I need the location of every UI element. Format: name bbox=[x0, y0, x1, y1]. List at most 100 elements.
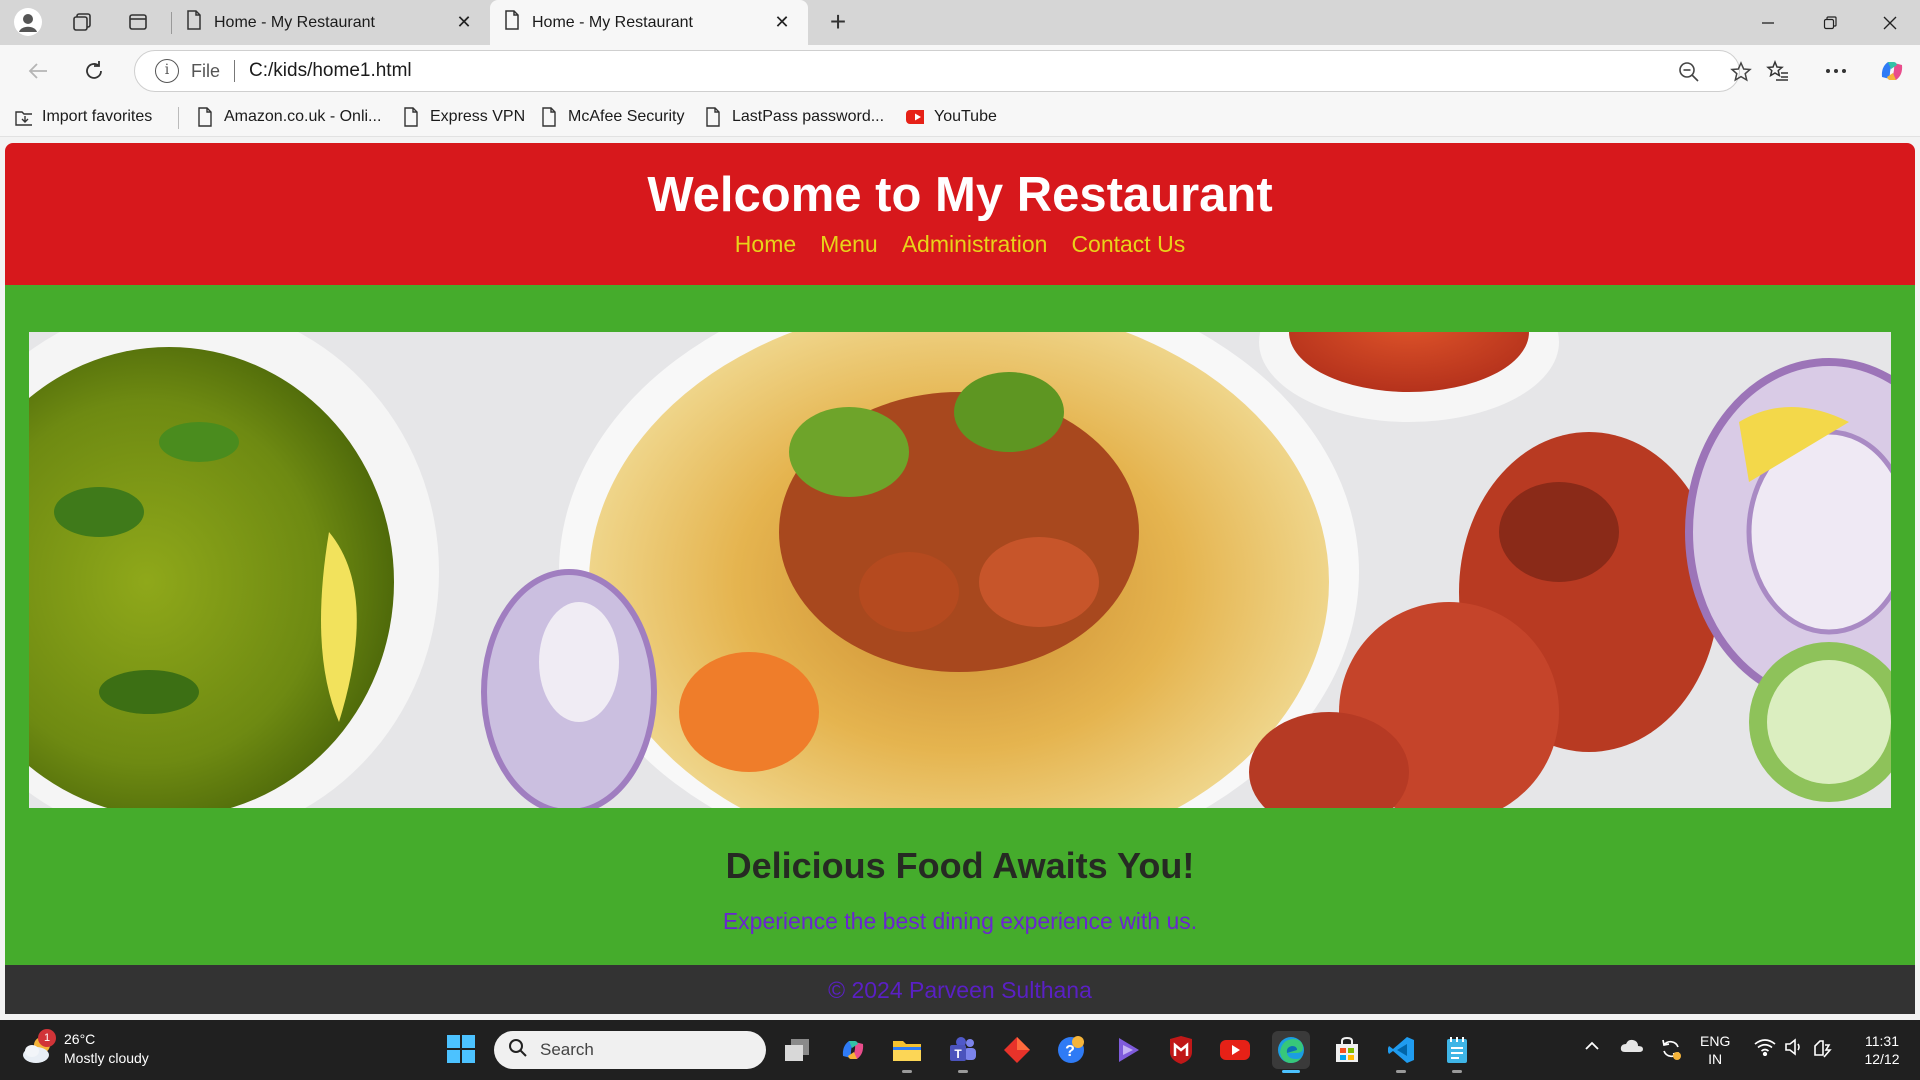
clock-time: 11:31 bbox=[1865, 1033, 1899, 1049]
bookmark-label: McAfee Security bbox=[568, 108, 685, 125]
bookmark-label: Express VPN bbox=[430, 108, 526, 125]
teams-icon[interactable]: T bbox=[944, 1031, 982, 1073]
site-info-icon[interactable]: i bbox=[155, 59, 179, 83]
nav-link-contact-us[interactable]: Contact Us bbox=[1071, 231, 1185, 258]
tab-title: Home - My Restaurant bbox=[532, 13, 693, 31]
page-icon bbox=[504, 10, 520, 35]
bookmark-divider bbox=[178, 107, 179, 129]
bookmark-label: LastPass password... bbox=[732, 108, 885, 125]
bookmark-label: Import favorites bbox=[42, 108, 153, 125]
sync-icon[interactable] bbox=[1660, 1038, 1682, 1065]
active-indicator bbox=[1282, 1070, 1300, 1073]
close-tab-icon[interactable]: ✕ bbox=[770, 12, 794, 33]
search-icon bbox=[508, 1038, 528, 1063]
bookmark-lastpass[interactable]: LastPass password... bbox=[704, 105, 884, 129]
mcafee-icon[interactable] bbox=[1162, 1031, 1200, 1069]
volume-icon[interactable] bbox=[1784, 1038, 1804, 1061]
get-help-icon[interactable]: ? bbox=[1052, 1031, 1090, 1069]
refresh-icon[interactable] bbox=[74, 53, 114, 89]
onedrive-cloud-icon[interactable] bbox=[1620, 1038, 1644, 1059]
url-input[interactable]: i File C:/kids/home1.html bbox=[134, 50, 1752, 92]
vertical-tabs-icon[interactable] bbox=[118, 4, 158, 40]
profile-avatar-icon[interactable] bbox=[8, 4, 48, 40]
nav-link-administration[interactable]: Administration bbox=[902, 231, 1048, 258]
bookmark-amazon[interactable]: Amazon.co.uk - Onli... bbox=[196, 105, 381, 129]
weather-text: 26°C Mostly cloudy bbox=[64, 1030, 149, 1068]
youtube-app-icon[interactable] bbox=[1216, 1031, 1254, 1069]
favorite-star-icon[interactable] bbox=[1723, 59, 1759, 85]
clock-date: 12/12 bbox=[1864, 1051, 1900, 1067]
new-tab-plus-icon[interactable]: + bbox=[820, 6, 856, 42]
url-scheme-label: File bbox=[191, 60, 221, 81]
clock[interactable]: 11:31 12/12 bbox=[1852, 1032, 1912, 1068]
notepad-icon[interactable] bbox=[1438, 1031, 1476, 1073]
microsoft-store-icon[interactable] bbox=[1328, 1031, 1366, 1069]
taskbar-search-box[interactable]: Search bbox=[494, 1031, 766, 1069]
more-options-icon[interactable] bbox=[1816, 53, 1856, 89]
bookmark-express-vpn[interactable]: Express VPN bbox=[402, 105, 525, 129]
zoom-out-icon[interactable] bbox=[1671, 59, 1707, 85]
main-heading: Delicious Food Awaits You! bbox=[725, 845, 1195, 886]
footer-copyright: © 2024 Parveen Sulthana bbox=[828, 977, 1092, 1003]
site-header: Welcome to My Restaurant Home Menu Admin… bbox=[5, 143, 1915, 285]
running-indicator bbox=[958, 1070, 968, 1073]
site-footer: © 2024 Parveen Sulthana bbox=[5, 965, 1915, 1014]
task-view-icon[interactable] bbox=[778, 1031, 816, 1069]
close-window-icon[interactable] bbox=[1860, 0, 1920, 45]
page-viewport: Welcome to My Restaurant Home Menu Admin… bbox=[5, 143, 1915, 1014]
food-platter-image bbox=[29, 332, 1891, 808]
workspaces-icon[interactable] bbox=[62, 4, 102, 40]
language-indicator[interactable]: ENG IN bbox=[1700, 1032, 1730, 1068]
page-icon bbox=[704, 106, 722, 128]
windows-start-icon[interactable] bbox=[446, 1034, 476, 1064]
copilot-app-icon[interactable] bbox=[834, 1031, 872, 1069]
weather-widget[interactable]: 1 26°C Mostly cloudy bbox=[20, 1029, 149, 1068]
battery-charging-icon[interactable] bbox=[1812, 1038, 1832, 1063]
back-arrow-icon[interactable] bbox=[18, 53, 58, 89]
nav-link-menu[interactable]: Menu bbox=[820, 231, 878, 258]
weather-temp: 26°C bbox=[64, 1031, 96, 1047]
tab-home-inactive[interactable]: Home - My Restaurant ✕ bbox=[172, 0, 490, 45]
running-indicator bbox=[902, 1070, 912, 1073]
url-divider bbox=[234, 60, 236, 82]
copilot-icon[interactable] bbox=[1872, 53, 1912, 89]
bookmarks-bar: Import favorites Amazon.co.uk - Onli... … bbox=[0, 97, 1920, 137]
tab-home-active[interactable]: Home - My Restaurant ✕ bbox=[490, 0, 808, 45]
language-code: ENG bbox=[1700, 1033, 1731, 1049]
close-tab-icon[interactable]: ✕ bbox=[452, 12, 476, 33]
minimize-icon[interactable] bbox=[1738, 0, 1798, 45]
favorites-list-icon[interactable] bbox=[1758, 53, 1798, 89]
site-main: Delicious Food Awaits You! Experience th… bbox=[5, 285, 1915, 965]
bookmark-label: YouTube bbox=[934, 108, 997, 125]
bookmark-youtube[interactable]: YouTube bbox=[906, 105, 997, 129]
wifi-icon[interactable] bbox=[1754, 1038, 1776, 1061]
taskbar: 1 26°C Mostly cloudy Search T ? ENG IN 1… bbox=[0, 1020, 1920, 1080]
bookmark-import-favorites[interactable]: Import favorites bbox=[14, 105, 152, 129]
bookmark-mcafee[interactable]: McAfee Security bbox=[540, 105, 684, 129]
page-icon bbox=[186, 10, 202, 35]
nav-link-home[interactable]: Home bbox=[735, 231, 796, 258]
svg-text:T: T bbox=[954, 1047, 962, 1061]
import-icon bbox=[14, 106, 32, 128]
clipchamp-icon[interactable] bbox=[1108, 1031, 1146, 1069]
url-text[interactable]: C:/kids/home1.html bbox=[249, 60, 412, 82]
file-explorer-icon[interactable] bbox=[888, 1031, 926, 1073]
edge-browser-icon[interactable] bbox=[1272, 1031, 1310, 1073]
weather-condition: Mostly cloudy bbox=[64, 1050, 149, 1066]
red-diamond-app-icon[interactable] bbox=[998, 1031, 1036, 1069]
page-icon bbox=[540, 106, 558, 128]
address-bar-row: i File C:/kids/home1.html bbox=[0, 45, 1920, 97]
site-nav: Home Menu Administration Contact Us bbox=[5, 231, 1915, 258]
search-placeholder: Search bbox=[540, 1040, 594, 1059]
restore-icon[interactable] bbox=[1800, 0, 1860, 45]
chevron-up-icon[interactable] bbox=[1584, 1038, 1600, 1056]
cloud-sun-icon: 1 bbox=[20, 1029, 56, 1067]
page-icon bbox=[402, 106, 420, 128]
site-title: Welcome to My Restaurant bbox=[647, 168, 1273, 222]
weather-badge: 1 bbox=[38, 1029, 56, 1047]
svg-text:?: ? bbox=[1065, 1043, 1075, 1060]
vscode-icon[interactable] bbox=[1382, 1031, 1420, 1073]
page-icon bbox=[196, 106, 214, 128]
running-indicator bbox=[1452, 1070, 1462, 1073]
main-paragraph: Experience the best dining experience wi… bbox=[722, 908, 1198, 934]
